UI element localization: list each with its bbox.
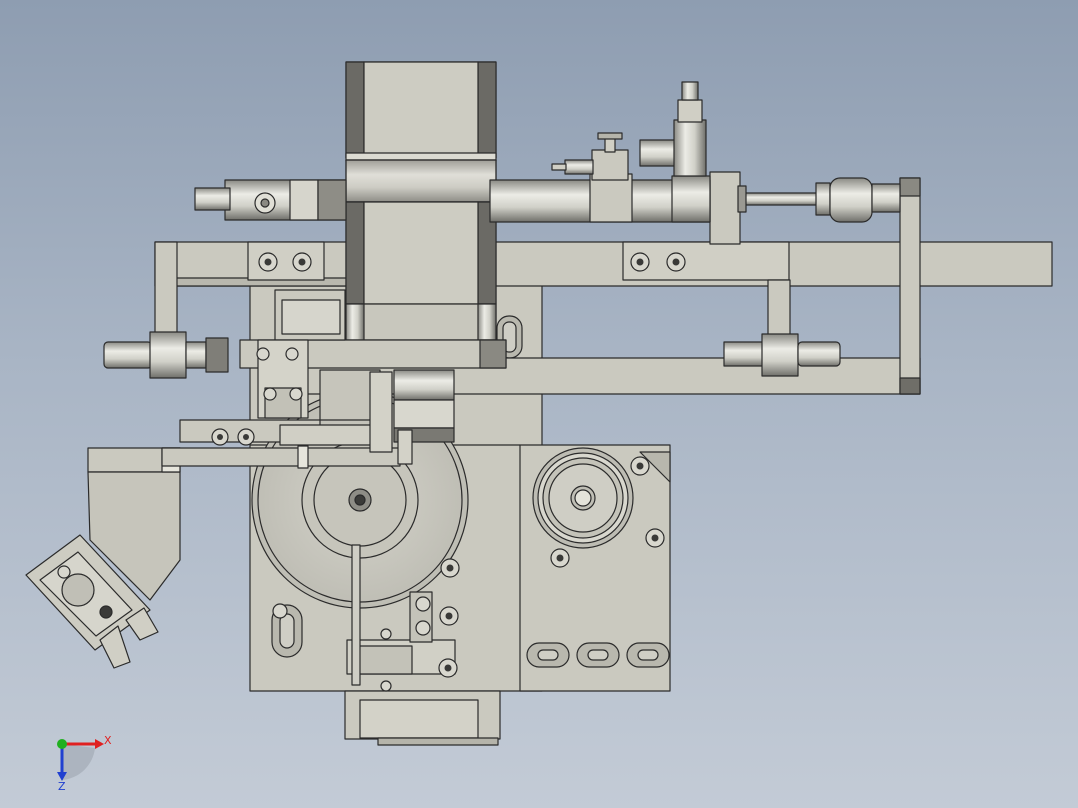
assembly-drawing: X Z (25, 61, 1053, 793)
z-axis-label: Z (58, 780, 66, 793)
x-axis-label: X (104, 734, 112, 747)
valve-fittings (551, 81, 707, 181)
pulley-wheel (532, 447, 634, 549)
cad-viewport[interactable]: X Z (0, 0, 1078, 808)
pneumatic-cylinder (194, 173, 901, 223)
axis-triad: X Z (57, 734, 112, 793)
angled-gripper (25, 447, 181, 669)
